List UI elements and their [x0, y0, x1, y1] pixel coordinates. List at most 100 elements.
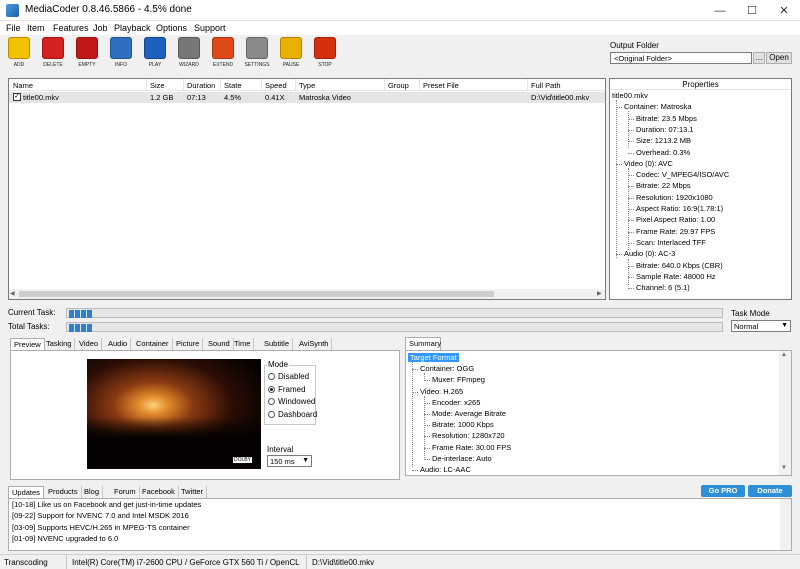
- empty-button[interactable]: EMPTY: [70, 36, 104, 70]
- wizard-button[interactable]: WIZARD: [172, 36, 206, 70]
- mode-radio-windowed[interactable]: [268, 398, 275, 405]
- summary-item[interactable]: Encoder: x265: [432, 398, 480, 407]
- menu-job[interactable]: Job: [93, 23, 108, 33]
- cell-full-path: D:\Vid\title00.mkv: [531, 93, 590, 102]
- column-size[interactable]: Size: [150, 81, 165, 90]
- news-item[interactable]: [01-09] NVENC upgraded to 6.0: [12, 534, 118, 543]
- property-item: Bitrate: 640.0 Kbps (CBR): [636, 260, 723, 270]
- interval-select[interactable]: 150 ms ▼: [267, 455, 312, 467]
- tab-facebook[interactable]: Facebook: [139, 486, 179, 498]
- tab-sound[interactable]: Sound: [205, 338, 234, 350]
- news-scrollbar[interactable]: [780, 499, 791, 550]
- summary-item[interactable]: Audio: LC-AAC: [420, 465, 471, 474]
- menu-item[interactable]: Item: [27, 23, 45, 33]
- news-item[interactable]: [09-22] Support for NVENC 7.0 and Intel …: [12, 511, 189, 520]
- summary-tree[interactable]: Target Format Container: OGG Muxer: FFmpeg…: [406, 353, 778, 474]
- output-folder-input[interactable]: <Original Folder>: [610, 52, 752, 64]
- tab-audio[interactable]: Audio: [105, 338, 132, 350]
- summary-item[interactable]: Bitrate: 1000 Kbps: [432, 420, 494, 429]
- column-group[interactable]: Group: [388, 81, 409, 90]
- maximize-button[interactable]: ☐: [736, 0, 768, 21]
- play-icon: [144, 37, 166, 59]
- tab-picture[interactable]: Picture: [173, 338, 204, 350]
- toolbar-button-label: INFO: [115, 62, 127, 68]
- tree-line: [628, 168, 629, 250]
- tab-products[interactable]: Products: [45, 486, 82, 498]
- tab-twitter[interactable]: Twitter: [178, 486, 208, 498]
- properties-header: Properties: [610, 79, 791, 90]
- summary-item[interactable]: Video: H.265: [420, 387, 463, 396]
- file-list-scrollbar[interactable]: ◀ ▶: [9, 289, 605, 299]
- column-preset-file[interactable]: Preset File: [423, 81, 459, 90]
- tab-forum[interactable]: Forum: [111, 486, 140, 498]
- property-item: Scan: Interlaced TFF: [636, 237, 706, 247]
- extend-button[interactable]: EXTEND: [206, 36, 240, 70]
- file-list[interactable]: Name Size Duration State Speed Type Grou…: [8, 78, 606, 300]
- delete-button[interactable]: DELETE: [36, 36, 70, 70]
- tab-video[interactable]: Video: [76, 338, 103, 350]
- summary-scrollbar[interactable]: ▲ ▼: [779, 351, 791, 475]
- stop-button[interactable]: STOP: [308, 36, 342, 70]
- donate-button[interactable]: Donate: [748, 485, 792, 497]
- tab-subtitle[interactable]: Subtitle: [261, 338, 294, 350]
- browse-button[interactable]: ...: [753, 52, 765, 64]
- scroll-left-icon[interactable]: ◀: [10, 290, 15, 297]
- tab-updates[interactable]: Updates: [8, 486, 44, 498]
- tab-tasking[interactable]: Tasking: [43, 338, 76, 350]
- tab-blog[interactable]: Blog: [81, 486, 104, 498]
- column-state[interactable]: State: [224, 81, 242, 90]
- mode-option-label: Framed: [278, 384, 306, 394]
- tab-container[interactable]: Container: [133, 338, 173, 350]
- column-duration[interactable]: Duration: [187, 81, 215, 90]
- menu-file[interactable]: File: [6, 23, 21, 33]
- pause-button[interactable]: PAUSE: [274, 36, 308, 70]
- tab-avisynth[interactable]: AviSynth: [296, 338, 333, 350]
- settings-button[interactable]: SETTINGS: [240, 36, 274, 70]
- toolbar-button-label: WIZARD: [179, 62, 199, 68]
- table-row[interactable]: ✓ title00.mkv 1.2 GB 07:13 4.5% 0.41X Ma…: [9, 92, 605, 103]
- scrollbar-thumb[interactable]: [19, 291, 494, 297]
- tree-connector: [628, 152, 634, 154]
- info-button[interactable]: INFO: [104, 36, 138, 70]
- summary-item[interactable]: Resolution: 1280x720: [432, 431, 505, 440]
- tab-time[interactable]: Time: [231, 338, 255, 350]
- summary-item[interactable]: Frame Rate: 30.00 FPS: [432, 443, 511, 452]
- summary-item[interactable]: Mode: Average Bitrate: [432, 409, 506, 418]
- column-type[interactable]: Type: [299, 81, 315, 90]
- menu-options[interactable]: Options: [156, 23, 187, 33]
- menu-playback[interactable]: Playback: [114, 23, 151, 33]
- summary-item[interactable]: De-interlace: Auto: [432, 454, 492, 463]
- mode-radio-disabled[interactable]: [268, 373, 275, 380]
- target-format-node[interactable]: Target Format: [408, 353, 459, 362]
- task-mode-select[interactable]: Normal ▼: [731, 320, 791, 332]
- add-button[interactable]: ADD: [2, 36, 36, 70]
- scroll-down-icon[interactable]: ▼: [781, 465, 787, 471]
- scroll-up-icon[interactable]: ▲: [781, 352, 787, 358]
- tab-preview[interactable]: Preview: [10, 338, 45, 350]
- scroll-right-icon[interactable]: ▶: [597, 290, 602, 297]
- close-button[interactable]: ✕: [768, 0, 800, 21]
- wizard-icon: [178, 37, 200, 59]
- cell-size: 1.2 GB: [150, 93, 174, 102]
- minimize-button[interactable]: —: [704, 0, 736, 21]
- column-full-path[interactable]: Full Path: [531, 81, 561, 90]
- mode-radio-dashboard[interactable]: [268, 410, 275, 418]
- toolbar-button-label: SETTINGS: [244, 62, 270, 68]
- mode-radio-framed[interactable]: [268, 385, 275, 393]
- tab-summary[interactable]: Summary: [405, 337, 441, 350]
- summary-item[interactable]: Container: OGG: [420, 364, 474, 373]
- play-button[interactable]: PLAY: [138, 36, 172, 70]
- news-item[interactable]: [03-09] Supports HEVC/H.265 in MPEG-TS c…: [12, 523, 190, 532]
- column-speed[interactable]: Speed: [265, 81, 287, 90]
- menu-features[interactable]: Features: [53, 23, 89, 33]
- news-item[interactable]: [10-18] Like us on Facebook and get just…: [12, 500, 201, 509]
- go-pro-button[interactable]: Go PRO: [701, 485, 745, 497]
- property-item: Resolution: 1920x1080: [636, 192, 713, 202]
- summary-item[interactable]: Muxer: FFmpeg: [432, 375, 485, 384]
- row-checkbox[interactable]: ✓: [13, 93, 21, 101]
- open-folder-button[interactable]: Open: [766, 52, 792, 64]
- column-name[interactable]: Name: [13, 81, 33, 90]
- properties-tree[interactable]: title00.mkv Container: Matroska Bitrate: 2…: [610, 91, 791, 299]
- property-item: Bitrate: 22 Mbps: [636, 181, 691, 191]
- menu-support[interactable]: Support: [194, 23, 226, 33]
